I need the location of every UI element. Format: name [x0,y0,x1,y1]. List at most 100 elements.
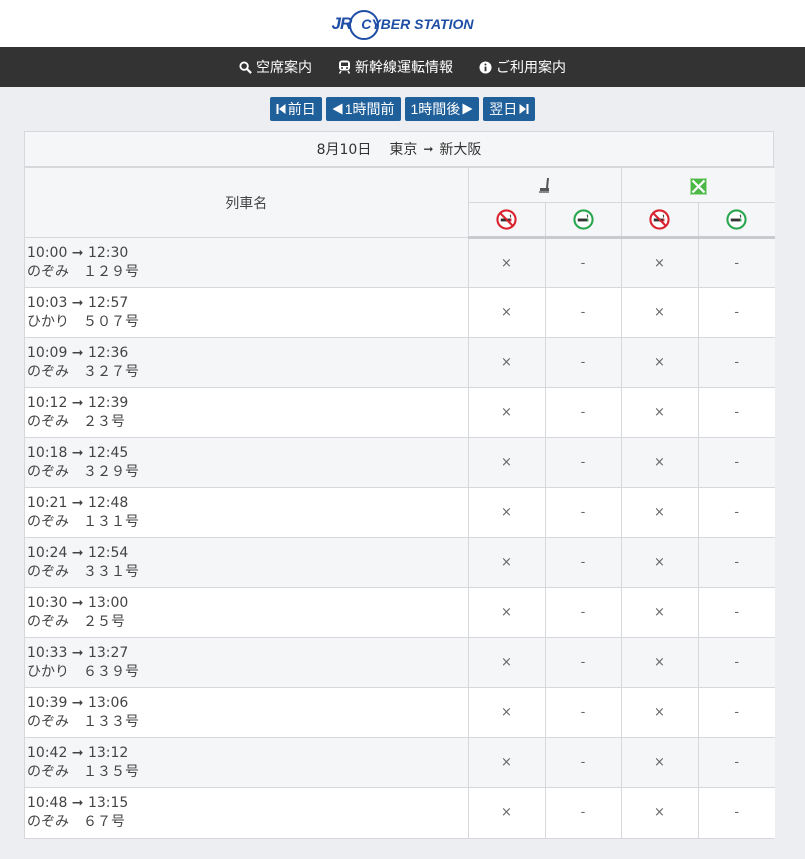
train-cell[interactable]: 10:12 ➞ 12:39 のぞみ ２３号 [25,387,469,438]
logo-text: CYBER STATION [349,9,474,40]
prev-day-button[interactable]: 前日 [269,97,322,121]
ordinary-no-smoking-status[interactable]: × [467,337,546,388]
table-row: 10:39 ➞ 13:06 のぞみ １３３号 × - × - [25,687,775,738]
ordinary-smoking-status: - [544,287,622,338]
train-time: 10:30 ➞ 13:00 [27,594,129,611]
table-row: 10:03 ➞ 12:57 ひかり ５０７号 × - × - [25,287,775,338]
green-no-smoking-status[interactable]: × [620,487,699,538]
green-no-smoking-status[interactable]: × [620,337,699,388]
ordinary-no-smoking-status[interactable]: × [467,237,546,288]
no-smoking-icon [496,209,517,230]
train-name: のぞみ １３５号 [27,763,139,780]
train-cell[interactable]: 10:33 ➞ 13:27 ひかり ６３９号 [25,637,469,688]
train-cell[interactable]: 10:21 ➞ 12:48 のぞみ １３１号 [25,487,469,538]
train-time: 10:42 ➞ 13:12 [27,744,129,761]
train-time: 10:24 ➞ 12:54 [27,544,129,561]
train-name: のぞみ ２３号 [27,413,125,430]
smoking-icon [572,209,594,230]
route-heading: 8月10日 東京 ➞ 新大阪 [25,132,773,167]
train-icon [338,60,351,74]
green-no-smoking-status[interactable]: × [620,387,699,438]
train-cell[interactable]: 10:09 ➞ 12:36 のぞみ ３２７号 [25,337,469,388]
green-no-smoking-status[interactable]: × [620,637,699,688]
ordinary-smoking-header [544,202,622,239]
green-smoking-status: - [697,537,775,588]
green-smoking-status: - [697,387,775,438]
green-no-smoking-status[interactable]: × [620,437,699,488]
skip-back-icon [276,104,286,114]
train-time: 10:09 ➞ 12:36 [27,344,129,361]
train-time: 10:39 ➞ 13:06 [27,694,129,711]
green-smoking-status: - [697,237,775,288]
green-smoking-status: - [697,637,775,688]
green-smoking-status: - [697,587,775,638]
train-cell[interactable]: 10:42 ➞ 13:12 のぞみ １３５号 [25,737,469,788]
green-no-smoking-status[interactable]: × [620,537,699,588]
nav-seat-availability[interactable]: 空席案内 [239,57,312,77]
ordinary-smoking-status: - [544,337,622,388]
green-no-smoking-status[interactable]: × [620,737,699,788]
jr-cyber-station-logo[interactable]: JR CYBER STATION [332,9,474,40]
table-row: 10:21 ➞ 12:48 のぞみ １３１号 × - × - [25,487,775,538]
table-row: 10:33 ➞ 13:27 ひかり ６３９号 × - × - [25,637,775,688]
ordinary-smoking-status: - [544,787,622,838]
route-to: 新大阪 [439,142,482,158]
train-time: 10:12 ➞ 12:39 [27,394,129,411]
ordinary-smoking-status: - [544,737,622,788]
nav-shinkansen-info[interactable]: 新幹線運転情報 [338,57,453,77]
train-time: 10:03 ➞ 12:57 [27,294,129,311]
train-name-header: 列車名 [25,167,469,238]
nav-label: 空席案内 [256,60,312,76]
prev-hour-label: 1時間前 [344,101,395,117]
ordinary-no-smoking-status[interactable]: × [467,487,546,538]
green-smoking-status: - [697,687,775,738]
train-cell[interactable]: 10:03 ➞ 12:57 ひかり ５０７号 [25,287,469,338]
green-no-smoking-status[interactable]: × [620,287,699,338]
table-row: 10:30 ➞ 13:00 のぞみ ２５号 × - × - [25,587,775,638]
ordinary-no-smoking-status[interactable]: × [467,287,546,338]
green-no-smoking-status[interactable]: × [620,587,699,638]
ordinary-seat-icon [538,177,549,193]
train-cell[interactable]: 10:48 ➞ 13:15 のぞみ ６７号 [25,787,469,838]
table-row: 10:18 ➞ 12:45 のぞみ ３２９号 × - × - [25,437,775,488]
green-smoking-status: - [697,787,775,838]
train-cell[interactable]: 10:39 ➞ 13:06 のぞみ １３３号 [25,687,469,738]
skip-forward-icon [519,104,529,114]
green-no-smoking-header [620,202,699,239]
next-hour-button[interactable]: 1時間後 [404,97,480,121]
ordinary-smoking-status: - [544,387,622,438]
ordinary-smoking-status: - [544,537,622,588]
prev-day-label: 前日 [287,101,316,117]
prev-hour-button[interactable]: 1時間前 [325,97,401,121]
green-no-smoking-status[interactable]: × [620,787,699,838]
ordinary-no-smoking-status[interactable]: × [467,787,546,838]
ordinary-no-smoking-status[interactable]: × [467,637,546,688]
ordinary-smoking-status: - [544,587,622,638]
ordinary-no-smoking-status[interactable]: × [467,437,546,488]
green-no-smoking-status[interactable]: × [620,237,699,288]
ordinary-no-smoking-status[interactable]: × [467,387,546,438]
green-smoking-status: - [697,487,775,538]
train-time: 10:48 ➞ 13:15 [27,794,129,811]
train-cell[interactable]: 10:00 ➞ 12:30 のぞみ １２９号 [25,237,469,288]
train-cell[interactable]: 10:30 ➞ 13:00 のぞみ ２５号 [25,587,469,638]
ordinary-smoking-status: - [544,637,622,688]
train-cell[interactable]: 10:18 ➞ 12:45 のぞみ ３２９号 [25,437,469,488]
train-time: 10:18 ➞ 12:45 [27,444,129,461]
nav-usage-guide[interactable]: ご利用案内 [479,57,566,77]
table-row: 10:09 ➞ 12:36 のぞみ ３２７号 × - × - [25,337,775,388]
train-time: 10:21 ➞ 12:48 [27,494,129,511]
ordinary-no-smoking-status[interactable]: × [467,587,546,638]
train-time: 10:33 ➞ 13:27 [27,644,129,661]
train-cell[interactable]: 10:24 ➞ 12:54 のぞみ ３３１号 [25,537,469,588]
ordinary-no-smoking-status[interactable]: × [467,537,546,588]
ordinary-no-smoking-status[interactable]: × [467,687,546,738]
ordinary-no-smoking-status[interactable]: × [467,737,546,788]
train-rows: 10:00 ➞ 12:30 のぞみ １２９号 × - × -10:03 ➞ 12:57 ひか… [25,237,775,838]
green-no-smoking-status[interactable]: × [620,687,699,738]
route-from: 東京 [389,142,418,158]
site-header: JR CYBER STATION [0,0,805,47]
nav-label: 新幹線運転情報 [355,60,453,76]
nav-label: ご利用案内 [496,60,566,76]
next-day-button[interactable]: 翌日 [483,97,536,121]
